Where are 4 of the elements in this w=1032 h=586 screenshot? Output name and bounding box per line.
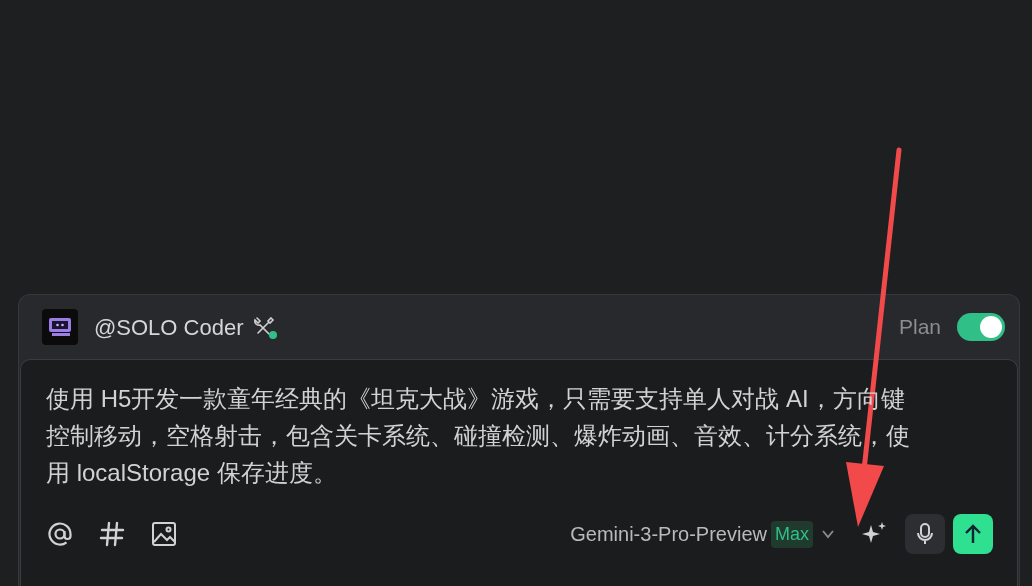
plan-label: Plan bbox=[898, 314, 941, 341]
agent-name: @SOLO Coder bbox=[94, 313, 244, 342]
max-badge: Max bbox=[771, 520, 813, 548]
model-name[interactable]: Gemini-3-Pro-Preview bbox=[570, 519, 767, 549]
